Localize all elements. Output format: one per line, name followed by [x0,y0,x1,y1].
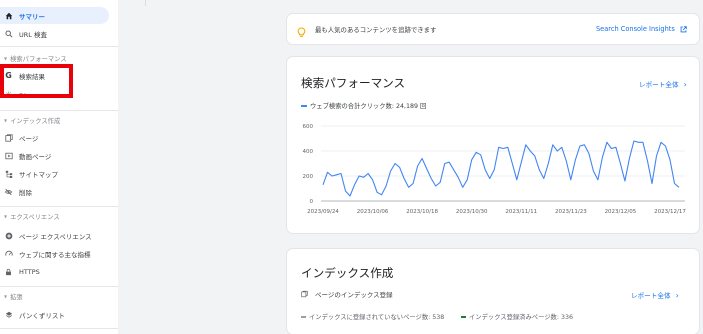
sidebar-divider [0,286,118,287]
sidebar-item-url-inspection[interactable]: URL 検査 [0,25,109,42]
collapse-triangle-icon: ▼ [4,214,8,219]
layers-icon [4,310,13,319]
home-icon [4,11,13,20]
sidebar-item-label: パンくずリスト [19,311,65,320]
chevron-right-icon: › [683,79,687,89]
eye-off-icon [4,187,13,196]
sidebar-item-label: 削除 [19,188,32,197]
indexed-stat: インデックス登録済みページ数: 336 [461,312,573,321]
sidebar-divider [0,206,118,207]
performance-full-report-link[interactable]: レポート全体 › [639,79,687,90]
sidebar-item-label: ページ [19,134,39,143]
indexing-title: インデックス作成 [301,266,394,280]
sidebar-item-video-pages[interactable]: 動画ページ [0,147,109,164]
header-divider [145,0,146,6]
sidebar-item-summary[interactable]: サマリー [0,7,109,24]
chart-legend[interactable]: ウェブ検索の合計クリック数: 24,189 回 [301,101,426,110]
indexing-full-report-link[interactable]: レポート全体 › [631,290,679,301]
sidebar-item-pages[interactable]: ページ [0,129,109,146]
pages-icon [301,290,308,298]
sidebar-item-core-web-vitals[interactable]: ウェブに関する主な指標 [0,245,109,262]
legend-swatch [301,104,307,107]
sidebar-item-removals[interactable]: 削除 [0,183,109,200]
collapse-triangle-icon: ▼ [4,118,8,123]
plus-circle-icon [4,231,13,240]
search-icon [4,29,13,38]
section-experience[interactable]: ▼ エクスペリエンス [4,212,60,221]
insight-banner: 最も人気のあるコンテンツを追跡できます Search Console Insig… [287,14,699,44]
indexing-card: インデックス作成 ページのインデックス登録 レポート全体 › インデックスに登録… [287,249,699,334]
sidebar-item-label: HTTPS [19,267,40,276]
x-tick-label: 2023/12/05 [605,209,637,215]
x-tick-label: 2023/11/11 [505,209,537,215]
sidebar-item-label: サイトマップ [19,170,58,179]
collapse-triangle-icon: ▼ [4,56,8,61]
performance-chart[interactable]: 600 400 200 0 2023/09/24 2023/10/06 2023/10/18… [287,115,699,215]
video-page-icon [4,151,13,160]
performance-title: 検索パフォーマンス [301,76,406,90]
x-tick-label: 2023/10/18 [406,209,438,215]
sitemap-icon [4,169,13,178]
chevron-right-icon: › [675,290,679,300]
x-tick-label: 2023/12/17 [654,209,686,215]
collapse-triangle-icon: ▼ [4,294,8,299]
y-tick-label: 400 [303,149,314,155]
sidebar-item-sitemaps[interactable]: サイトマップ [0,165,109,182]
lock-icon [4,267,13,276]
performance-card: 検索パフォーマンス レポート全体 › ウェブ検索の合計クリック数: 24,189… [287,57,699,233]
section-indexing[interactable]: ▼ インデックス作成 [4,116,60,125]
y-tick-label: 600 [303,124,314,130]
x-tick-label: 2023/11/23 [555,209,587,215]
sidebar-item-page-experience[interactable]: ページ エクスペリエンス [0,227,109,244]
sidebar-divider [0,110,118,111]
legend-swatch [301,315,306,318]
section-enhancements[interactable]: ▼ 拡張 [4,292,23,301]
sidebar-item-label: URL 検査 [19,30,47,39]
insight-message: 最も人気のあるコンテンツを追跡できます [315,26,437,34]
sidebar-divider [0,328,118,329]
sidebar-item-label: 動画ページ [19,152,52,161]
legend-swatch [461,315,466,318]
page-indexing-subtitle: ページのインデックス登録 [301,289,393,299]
sidebar: サマリー URL 検査 ▼ 検索パフォーマンス G 検索結果 ✳ Discove… [0,0,118,334]
y-tick-label: 0 [310,199,314,205]
pages-icon [4,133,13,142]
sidebar-item-label: ウェブに関する主な指標 [19,250,91,259]
not-indexed-stat: インデックスに登録されていないページ数: 538 [301,312,444,321]
external-link-icon [680,25,687,32]
sidebar-item-label: サマリー [19,12,45,21]
gauge-icon [4,249,13,258]
x-tick-label: 2023/10/30 [456,209,488,215]
sidebar-item-label: ページ エクスペリエンス [19,232,92,241]
sidebar-item-https[interactable]: HTTPS [0,263,109,280]
x-tick-label: 2023/09/24 [307,209,339,215]
sidebar-item-breadcrumbs[interactable]: パンくずリスト [0,306,109,323]
lightbulb-icon [297,23,306,37]
x-tick-label: 2023/10/06 [357,209,389,215]
sidebar-divider [0,46,118,47]
clicks-series-line[interactable] [322,140,680,197]
y-tick-label: 200 [303,174,314,180]
annotation-highlight-box [0,64,73,98]
section-performance[interactable]: ▼ 検索パフォーマンス [4,54,67,63]
search-console-insights-link[interactable]: Search Console Insights [596,25,687,33]
